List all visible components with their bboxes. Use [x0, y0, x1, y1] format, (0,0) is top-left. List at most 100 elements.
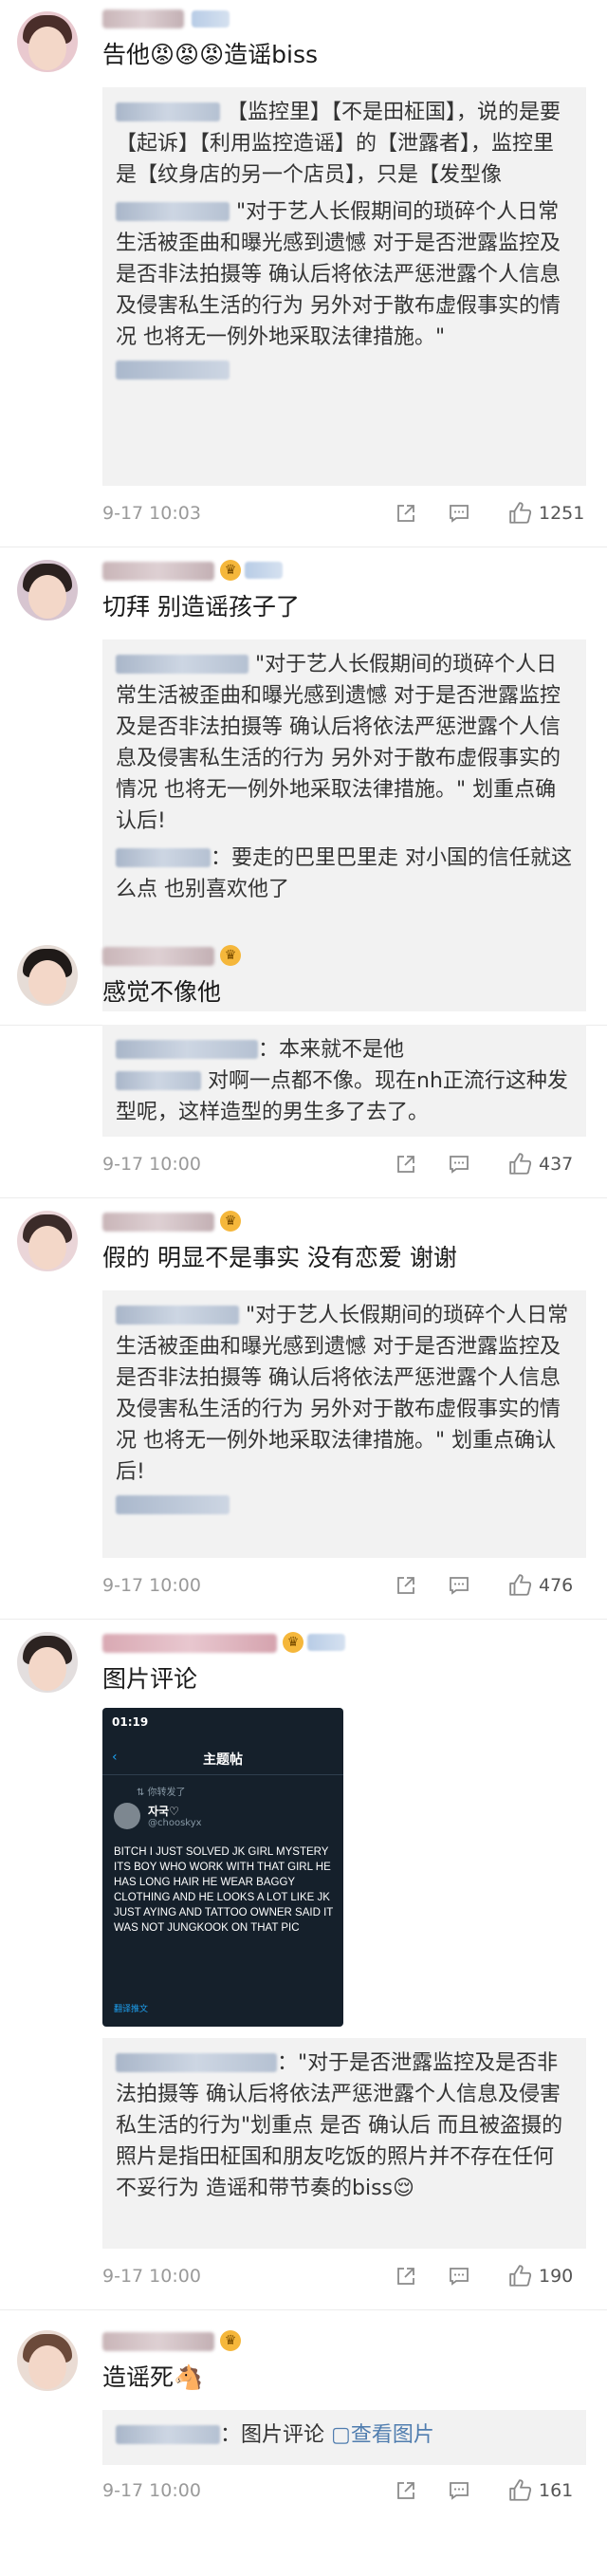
- avatar[interactable]: [17, 945, 78, 1006]
- username-blurred[interactable]: [102, 947, 214, 966]
- timestamp: 9-17 10:00: [102, 1154, 201, 1175]
- timestamp: 9-17 10:00: [102, 2266, 201, 2287]
- comment-text: 造谣死🐴: [102, 2363, 204, 2391]
- divider: [102, 1774, 343, 1775]
- more-replies-link[interactable]: [116, 361, 230, 380]
- comment-icon[interactable]: [448, 1571, 470, 1600]
- reply-item[interactable]: "对于艺人长假期间的琐碎个人日常生活被歪曲和曝光感到遗憾 对于是否泄露监控及是否…: [116, 196, 573, 353]
- comment-text: 切拜 别造谣孩子了: [102, 593, 300, 621]
- like-count: 476: [539, 1575, 574, 1596]
- timestamp: 9-17 10:00: [102, 1575, 201, 1596]
- reply-username-blurred[interactable]: [116, 655, 248, 674]
- tweet-handle: @chooskyx: [148, 1818, 202, 1828]
- avatar[interactable]: [17, 1632, 78, 1693]
- avatar[interactable]: [17, 1211, 78, 1271]
- share-icon[interactable]: [395, 499, 417, 528]
- reply-username-blurred[interactable]: [116, 848, 211, 867]
- more-replies-link[interactable]: [116, 1495, 230, 1514]
- reply-username-blurred[interactable]: [116, 2425, 220, 2444]
- vip-crown-icon: ♛: [283, 1632, 304, 1653]
- like-count: 1251: [539, 503, 585, 524]
- reply-box[interactable]: ："对于是否泄露监控及是否非法拍摄等 确认后将依法严惩泄露个人信息及侵害私生活的…: [102, 2038, 586, 2249]
- share-icon[interactable]: [395, 2476, 417, 2505]
- share-icon[interactable]: [395, 2262, 417, 2290]
- attached-tweet-screenshot[interactable]: 01:19 主题帖 ‹ ⇅ 你转发了 자국♡ @chooskyx BITCH I…: [102, 1708, 343, 2027]
- vip-crown-icon: ♛: [220, 560, 241, 581]
- reply-username-blurred[interactable]: [116, 1071, 201, 1090]
- avatar[interactable]: [17, 11, 78, 72]
- comment-icon[interactable]: [448, 499, 470, 528]
- image-icon: ▢: [331, 2423, 351, 2447]
- comment-footer: 9-17 10:00 190: [102, 2260, 588, 2294]
- thumbs-up-icon: [508, 501, 533, 526]
- reply-box[interactable]: 【监控里】【不是田柾国】，说的是要【起诉】【利用监控造谣】的【泄露者】，监控里是…: [102, 87, 586, 486]
- username-blurred[interactable]: [102, 562, 214, 581]
- divider: [0, 1619, 607, 1620]
- comment-icon[interactable]: [448, 2262, 470, 2290]
- comment-footer: 9-17 10:00 437: [102, 1148, 588, 1182]
- username-blurred[interactable]: [102, 9, 184, 28]
- reply-item[interactable]: "对于艺人长假期间的琐碎个人日常生活被歪曲和曝光感到遗憾 对于是否泄露监控及是否…: [116, 1300, 573, 1488]
- reply-username-blurred[interactable]: [116, 2053, 277, 2072]
- tweet-avatar: [114, 1803, 140, 1829]
- thumbs-up-icon: [508, 1152, 533, 1177]
- vip-crown-icon: ♛: [220, 2330, 241, 2351]
- timestamp: 9-17 10:03: [102, 503, 201, 524]
- like-button[interactable]: 437: [508, 1150, 573, 1178]
- reply-username-blurred[interactable]: [116, 1040, 258, 1059]
- vip-crown-icon: ♛: [220, 1211, 241, 1232]
- reply-item[interactable]: ：图片评论 ▢查看图片: [116, 2419, 573, 2451]
- user-level-tag: [192, 10, 230, 28]
- like-button[interactable]: 190: [508, 2262, 573, 2290]
- reply-username-blurred[interactable]: [116, 102, 220, 121]
- avatar[interactable]: [17, 2330, 78, 2391]
- comment-footer: 9-17 10:00 161: [102, 2474, 588, 2509]
- divider: [0, 2309, 607, 2310]
- thumbs-up-icon: [508, 2478, 533, 2503]
- avatar[interactable]: [17, 560, 78, 621]
- reply-item[interactable]: "对于艺人长假期间的琐碎个人日常生活被歪曲和曝光感到遗憾 对于是否泄露监控及是否…: [116, 649, 573, 837]
- retweet-label: ⇅ 你转发了: [137, 1788, 186, 1798]
- like-button[interactable]: 476: [508, 1571, 573, 1600]
- like-count: 161: [539, 2480, 574, 2501]
- like-button[interactable]: 1251: [508, 499, 584, 528]
- reply-box[interactable]: "对于艺人长假期间的琐碎个人日常生活被歪曲和曝光感到遗憾 对于是否泄露监控及是否…: [102, 1290, 586, 1558]
- reply-item[interactable]: ：本来就不是他: [116, 1034, 573, 1066]
- like-count: 190: [539, 2266, 574, 2287]
- reply-box[interactable]: ：图片评论 ▢查看图片: [102, 2410, 586, 2465]
- like-count: 437: [539, 1154, 574, 1175]
- reply-username-blurred[interactable]: [116, 1306, 239, 1325]
- tweet-body: BITCH I JUST SOLVED JK GIRL MYSTERY ITS …: [114, 1846, 334, 1934]
- reply-box[interactable]: ：本来就不是他 对啊一点都不像。现在nh正流行这种发型呢，这样造型的男生多了去了…: [102, 1025, 586, 1137]
- comment-text: 告他😡😡😡造谣biss: [102, 41, 319, 68]
- comment-icon[interactable]: [448, 1150, 470, 1178]
- tweet-author: 자국♡: [148, 1805, 179, 1818]
- reply-username-blurred[interactable]: [116, 202, 230, 221]
- reply-item[interactable]: 【监控里】【不是田柾国】，说的是要【起诉】【利用监控造谣】的【泄露者】，监控里是…: [116, 97, 573, 191]
- vip-crown-icon: ♛: [220, 945, 241, 966]
- view-image-link[interactable]: ▢查看图片: [331, 2423, 434, 2447]
- status-time: 01:19: [112, 1715, 149, 1729]
- thumbs-up-icon: [508, 2264, 533, 2289]
- timestamp: 9-17 10:00: [102, 2480, 201, 2501]
- comment-text: 感觉不像他: [102, 978, 222, 1006]
- thread-title: 主题帖: [203, 1752, 243, 1768]
- share-icon[interactable]: [395, 1571, 417, 1600]
- comment-text: 假的 明显不是事实 没有恋爱 谢谢: [102, 1244, 457, 1271]
- like-button[interactable]: 161: [508, 2476, 573, 2505]
- reply-item[interactable]: ：要走的巴里巴里走 对小国的信任就这么点 也别喜欢他了: [116, 843, 573, 905]
- share-icon[interactable]: [395, 1150, 417, 1178]
- username-blurred[interactable]: [102, 1213, 214, 1232]
- translate-tweet-link: 翻译推文: [114, 2005, 149, 2014]
- reply-item[interactable]: 对啊一点都不像。现在nh正流行这种发型呢，这样造型的男生多了去了。: [116, 1066, 573, 1128]
- username-blurred[interactable]: [102, 2332, 214, 2351]
- back-arrow-icon: ‹: [112, 1750, 118, 1765]
- divider: [0, 1197, 607, 1198]
- thumbs-up-icon: [508, 1573, 533, 1598]
- username-blurred[interactable]: [102, 1634, 277, 1653]
- comment-footer: 9-17 10:00 476: [102, 1569, 588, 1603]
- reply-item[interactable]: ："对于是否泄露监控及是否非法拍摄等 确认后将依法严惩泄露个人信息及侵害私生活的…: [116, 2048, 573, 2204]
- comment-icon[interactable]: [448, 2476, 470, 2505]
- user-level-tag: [245, 562, 283, 579]
- user-level-tag: [307, 1634, 345, 1651]
